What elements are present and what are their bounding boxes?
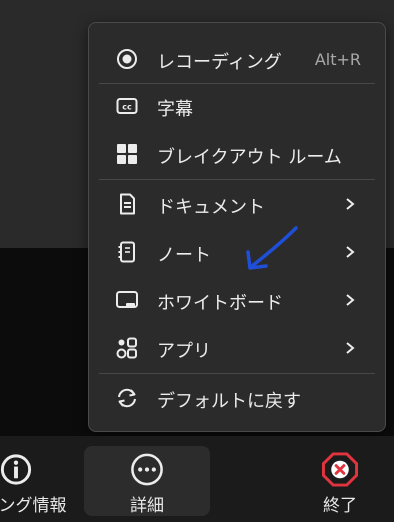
info-icon xyxy=(0,454,32,485)
menu-item-label: レコーディング xyxy=(157,52,282,73)
menu-item-label: ドキュメント xyxy=(157,197,265,218)
menu-item-label: ホワイトボード xyxy=(157,293,283,314)
end-meeting-button[interactable]: 終了 xyxy=(290,446,390,516)
meeting-toolbar: ティング情報 詳細 終了 xyxy=(0,436,394,522)
menu-item-breakout-rooms[interactable]: ブレイクアウト ルーム xyxy=(89,131,385,177)
chevron-right-icon xyxy=(346,294,355,306)
menu-divider xyxy=(99,179,375,180)
meeting-info-button[interactable]: ティング情報 xyxy=(0,446,76,516)
closed-captions-icon: cc xyxy=(116,98,138,114)
menu-item-reset-defaults[interactable]: デフォルトに戻す xyxy=(89,375,385,421)
svg-text:cc: cc xyxy=(122,103,132,112)
end-meeting-icon xyxy=(321,452,359,487)
meeting-info-label: ティング情報 xyxy=(0,496,67,516)
reset-icon xyxy=(118,388,136,408)
more-dots-icon xyxy=(131,453,163,486)
whiteboard-icon xyxy=(116,291,138,308)
menu-item-captions[interactable]: cc 字幕 xyxy=(89,83,385,129)
apps-icon xyxy=(116,337,137,359)
menu-item-documents[interactable]: ドキュメント xyxy=(89,181,385,227)
more-label: 詳細 xyxy=(130,496,164,516)
more-button[interactable]: 詳細 xyxy=(84,446,210,516)
menu-item-label: ノート xyxy=(157,245,211,266)
menu-item-label: 字幕 xyxy=(157,99,193,120)
menu-item-label: アプリ xyxy=(157,341,211,362)
menu-divider xyxy=(99,373,375,374)
record-icon xyxy=(117,49,137,69)
document-icon xyxy=(120,193,135,215)
breakout-rooms-icon xyxy=(117,144,137,164)
menu-item-label: ブレイクアウト ルーム xyxy=(157,147,342,168)
end-meeting-label: 終了 xyxy=(323,496,357,516)
chevron-right-icon xyxy=(346,342,355,354)
more-options-menu: レコーディング Alt+R cc 字幕 ブレイクアウト ルーム ドキュメント ノ… xyxy=(88,22,386,432)
notebook-icon xyxy=(118,241,135,263)
meeting-window: レコーディング Alt+R cc 字幕 ブレイクアウト ルーム ドキュメント ノ… xyxy=(0,0,394,522)
shortcut-label: Alt+R xyxy=(314,50,361,69)
menu-item-label: デフォルトに戻す xyxy=(157,391,301,412)
chevron-right-icon xyxy=(346,198,355,210)
menu-item-apps[interactable]: アプリ xyxy=(89,325,385,371)
menu-item-notes[interactable]: ノート xyxy=(89,229,385,275)
chevron-right-icon xyxy=(346,246,355,258)
annotation-arrow-icon xyxy=(246,226,298,270)
menu-item-whiteboard[interactable]: ホワイトボード xyxy=(89,277,385,323)
menu-item-recording[interactable]: レコーディング Alt+R xyxy=(89,36,385,82)
